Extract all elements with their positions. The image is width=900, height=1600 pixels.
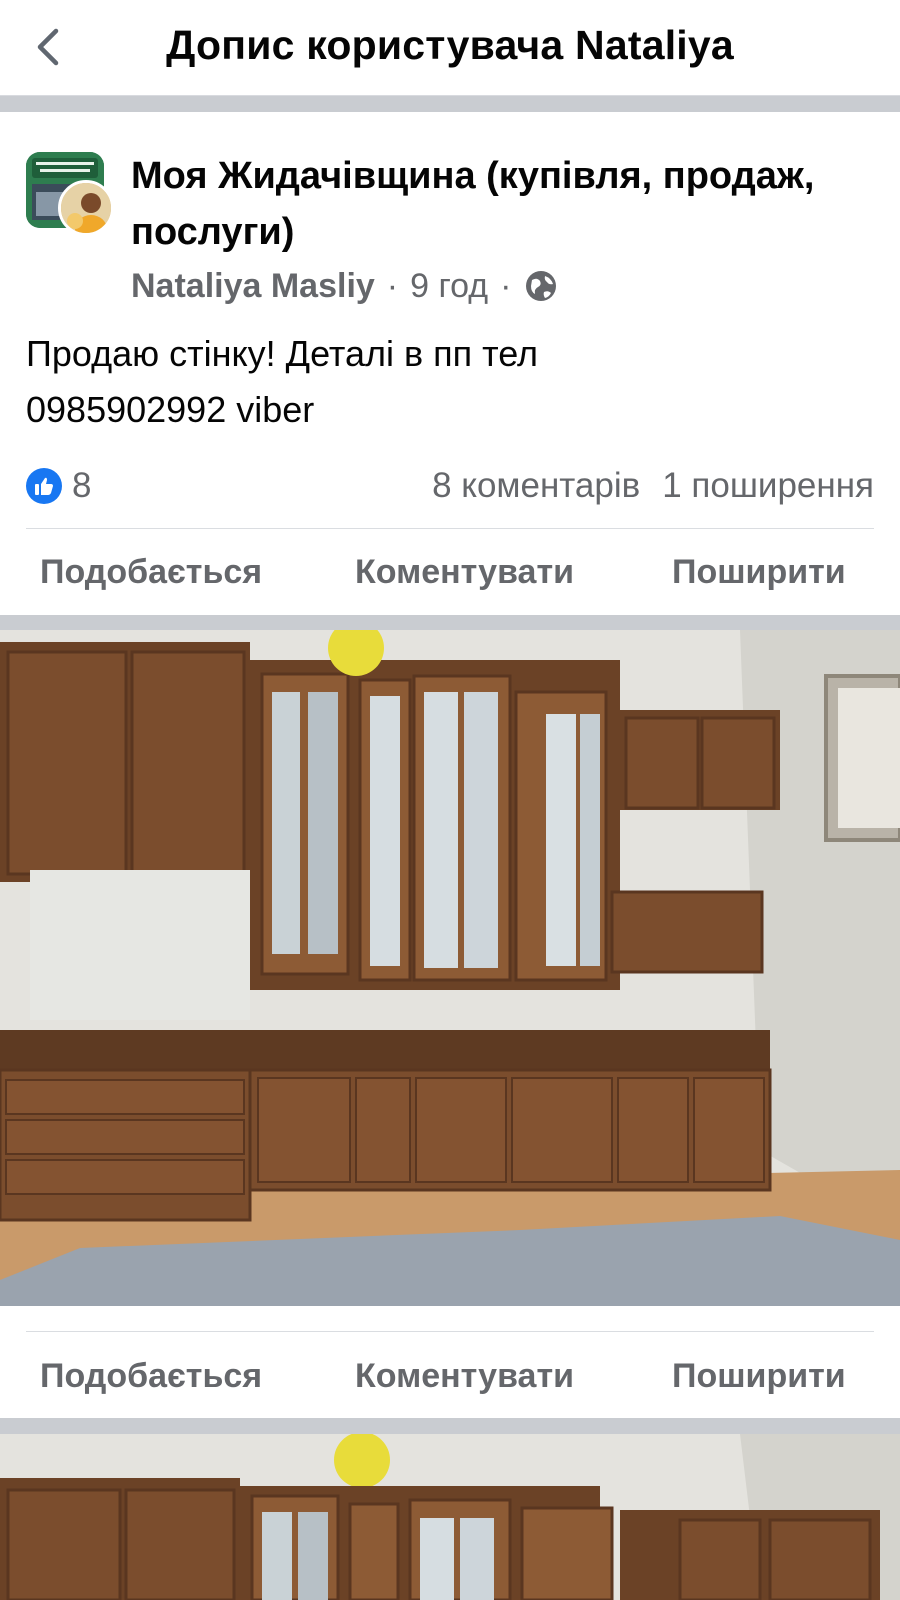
post-meta: Nataliya Masliy · 9 год · [131,262,559,310]
comment-button[interactable]: Коментувати [355,536,574,608]
author-avatar[interactable] [58,180,114,236]
meta-dot: · [386,266,399,305]
reactions-summary[interactable]: 8 [26,462,91,510]
section-separator [0,615,900,630]
group-name[interactable]: Моя Жидачівщина (купівля, продаж, послуг… [131,148,831,260]
share-button[interactable]: Поширити [672,536,846,608]
page-title: Допис користувача Nataliya [166,22,734,68]
post-photo[interactable] [0,630,900,1306]
photo-actions: Подобається Коментувати Поширити [0,1340,900,1412]
comments-count[interactable]: 8 коментарів [432,466,640,506]
section-separator [0,96,900,112]
like-button[interactable]: Подобається [40,1340,262,1412]
post-actions: Подобається Коментувати Поширити [0,536,900,608]
divider [26,528,874,529]
post-photo[interactable] [0,1434,900,1600]
divider [26,1331,874,1332]
globe-icon [523,268,559,304]
post-text: Продаю стінку! Деталі в пп тел 098590299… [26,333,539,430]
reactions-count: 8 [72,466,92,505]
section-separator [0,1418,900,1434]
meta-dot: · [500,266,512,305]
post-time[interactable]: 9 год [410,267,488,306]
like-button[interactable]: Подобається [40,536,262,608]
comment-button[interactable]: Коментувати [355,1340,574,1412]
share-button[interactable]: Поширити [672,1340,846,1412]
shares-count[interactable]: 1 поширення [662,466,874,506]
top-bar: Допис користувача Nataliya [0,0,900,96]
thumbs-up-icon [26,468,62,504]
author-name[interactable]: Nataliya Masliy [131,267,375,306]
engagement-counts: 8 коментарів 1 поширення [432,462,874,510]
